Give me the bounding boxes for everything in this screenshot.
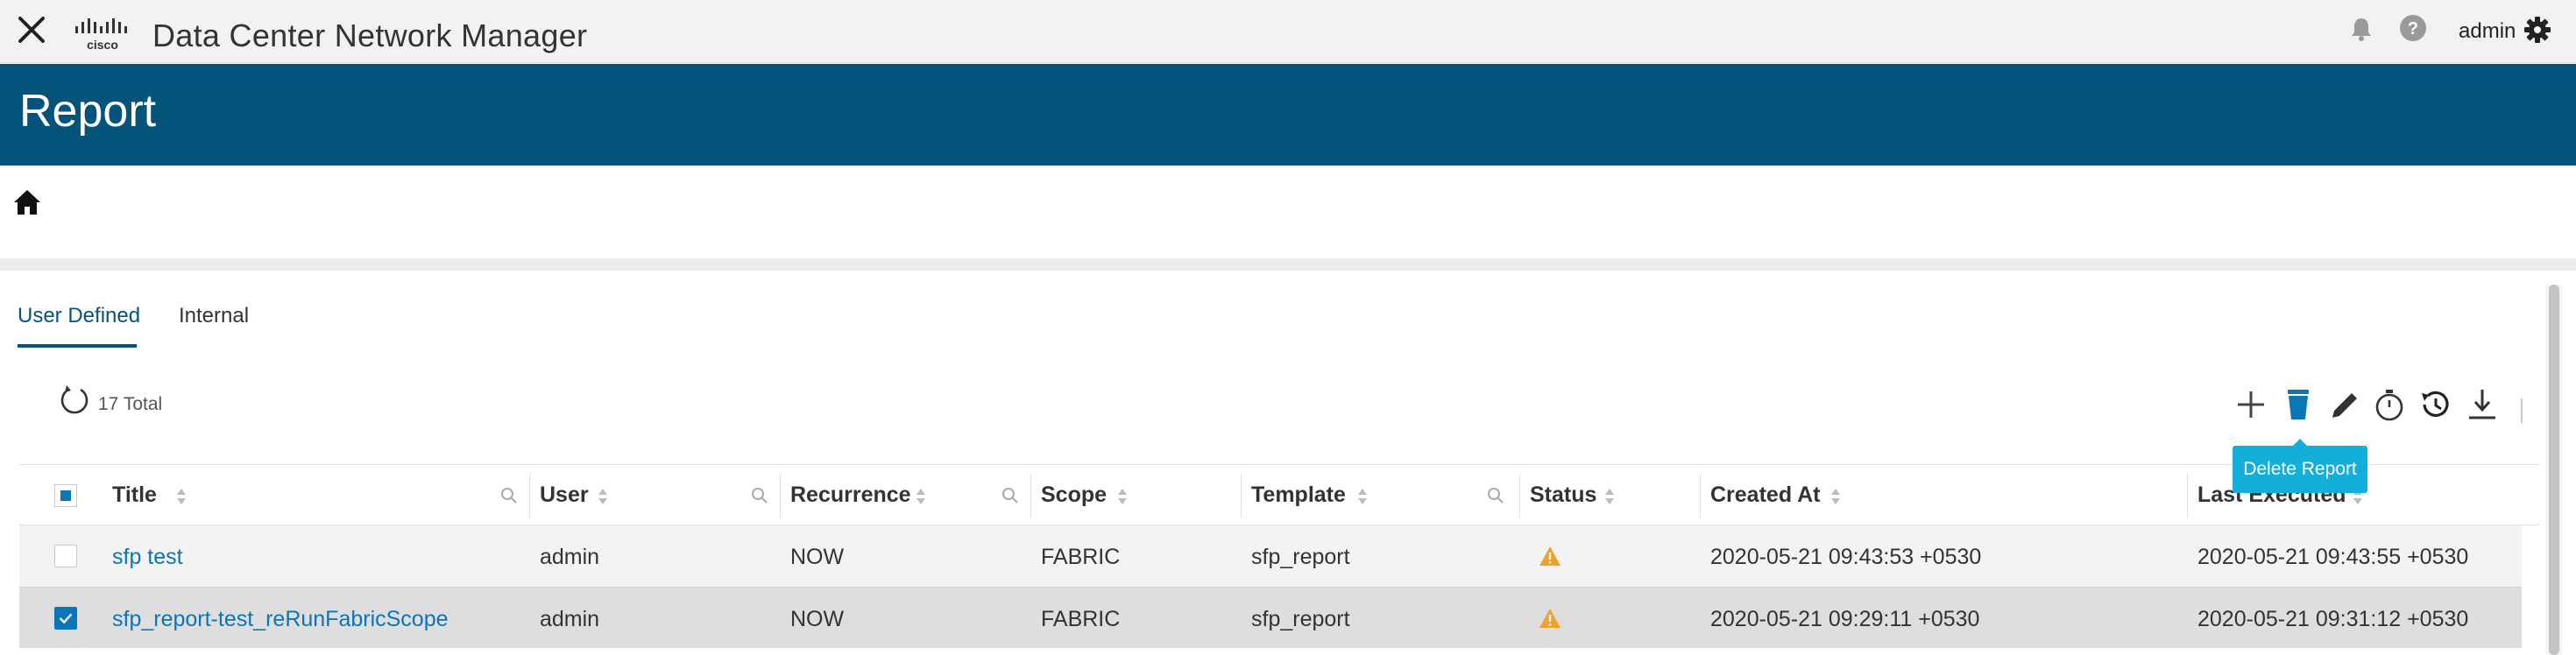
download-icon[interactable] <box>2464 386 2501 423</box>
column-divider <box>2187 474 2188 518</box>
search-icon[interactable] <box>750 486 769 505</box>
report-panel: User Defined Internal 17 Total Title Use… <box>7 271 2569 655</box>
total-count: 17 Total <box>98 394 163 414</box>
cell-recurrence: NOW <box>790 607 845 631</box>
toolbar-separator <box>2521 398 2523 423</box>
timer-icon[interactable] <box>2371 386 2408 423</box>
help-icon[interactable]: ? <box>2399 14 2427 42</box>
row-checkbox[interactable] <box>54 545 77 567</box>
cell-template: sfp_report <box>1251 545 1350 569</box>
column-divider <box>1700 474 1701 518</box>
sort-icon[interactable] <box>915 486 927 507</box>
cell-last-executed: 2020-05-21 09:43:55 +0530 <box>2197 545 2469 569</box>
report-title-link[interactable]: sfp_report-test_reRunFabricScope <box>112 607 449 632</box>
column-header-user[interactable]: User <box>540 482 589 508</box>
delete-report-tooltip: Delete Report <box>2233 439 2367 493</box>
active-tab-indicator <box>18 344 137 348</box>
column-divider <box>1241 474 1242 518</box>
table-header: Title User Recurrence Scope Template Sta… <box>19 464 2539 525</box>
cell-scope: FABRIC <box>1041 607 1121 631</box>
gear-icon[interactable] <box>2523 16 2551 44</box>
warning-icon <box>1539 609 1560 628</box>
column-header-scope[interactable]: Scope <box>1041 482 1107 508</box>
search-icon[interactable] <box>1486 486 1505 505</box>
tab-user-defined[interactable]: User Defined <box>18 304 140 328</box>
select-all-checkbox[interactable] <box>54 484 77 507</box>
cell-created-at: 2020-05-21 09:29:11 +0530 <box>1710 607 1980 631</box>
top-bar: cisco Data Center Network Manager ? admi… <box>0 0 2576 63</box>
column-divider <box>529 474 530 518</box>
delete-icon[interactable] <box>2280 386 2317 423</box>
cell-created-at: 2020-05-21 09:43:53 +0530 <box>1710 545 1982 569</box>
add-icon[interactable] <box>2233 386 2269 423</box>
cell-scope: FABRIC <box>1041 545 1121 569</box>
history-icon[interactable] <box>2417 386 2453 423</box>
column-header-created-at[interactable]: Created At <box>1710 482 1821 508</box>
search-icon[interactable] <box>1001 486 1020 505</box>
cell-template: sfp_report <box>1251 607 1350 631</box>
column-divider <box>780 474 781 518</box>
cell-user: admin <box>540 545 600 569</box>
warning-icon <box>1539 546 1560 566</box>
bell-icon[interactable] <box>2348 16 2374 42</box>
cell-recurrence: NOW <box>790 545 845 569</box>
svg-text:?: ? <box>2408 19 2418 39</box>
app-title: Data Center Network Manager <box>152 18 588 53</box>
column-header-title[interactable]: Title <box>112 482 157 508</box>
page-header: Report <box>0 64 2576 166</box>
table-row[interactable]: sfp_report-test_reRunFabricScope admin N… <box>19 587 2522 648</box>
cisco-logo: cisco <box>75 18 127 52</box>
refresh-icon[interactable] <box>58 383 91 416</box>
cell-last-executed: 2020-05-21 09:31:12 +0530 <box>2197 607 2469 631</box>
tab-internal[interactable]: Internal <box>179 304 249 328</box>
sort-icon[interactable] <box>1116 486 1129 507</box>
user-menu[interactable]: admin <box>2459 19 2516 44</box>
search-icon[interactable] <box>499 486 519 505</box>
row-checkbox-checked[interactable] <box>54 607 77 630</box>
sort-icon[interactable] <box>1356 486 1369 507</box>
sort-icon[interactable] <box>1829 486 1842 507</box>
close-icon[interactable] <box>16 14 47 46</box>
page-title: Report <box>19 86 157 137</box>
column-header-template[interactable]: Template <box>1251 482 1346 508</box>
vertical-scrollbar[interactable] <box>2546 285 2562 655</box>
report-title-link[interactable]: sfp test <box>112 545 183 570</box>
scrollbar-thumb[interactable] <box>2549 285 2559 655</box>
column-header-status[interactable]: Status <box>1530 482 1596 508</box>
sort-icon[interactable] <box>597 486 609 507</box>
cell-user: admin <box>540 607 600 631</box>
svg-text:cisco: cisco <box>87 38 118 52</box>
sort-icon[interactable] <box>175 486 188 507</box>
table-row[interactable]: sfp test admin NOW FABRIC sfp_report 202… <box>19 525 2522 587</box>
home-icon[interactable] <box>12 187 42 217</box>
section-divider <box>0 258 2576 271</box>
sort-icon[interactable] <box>1603 486 1616 507</box>
column-divider <box>1519 474 1520 518</box>
edit-icon[interactable] <box>2325 386 2362 423</box>
column-header-recurrence[interactable]: Recurrence <box>790 482 911 508</box>
column-divider <box>1030 474 1031 518</box>
